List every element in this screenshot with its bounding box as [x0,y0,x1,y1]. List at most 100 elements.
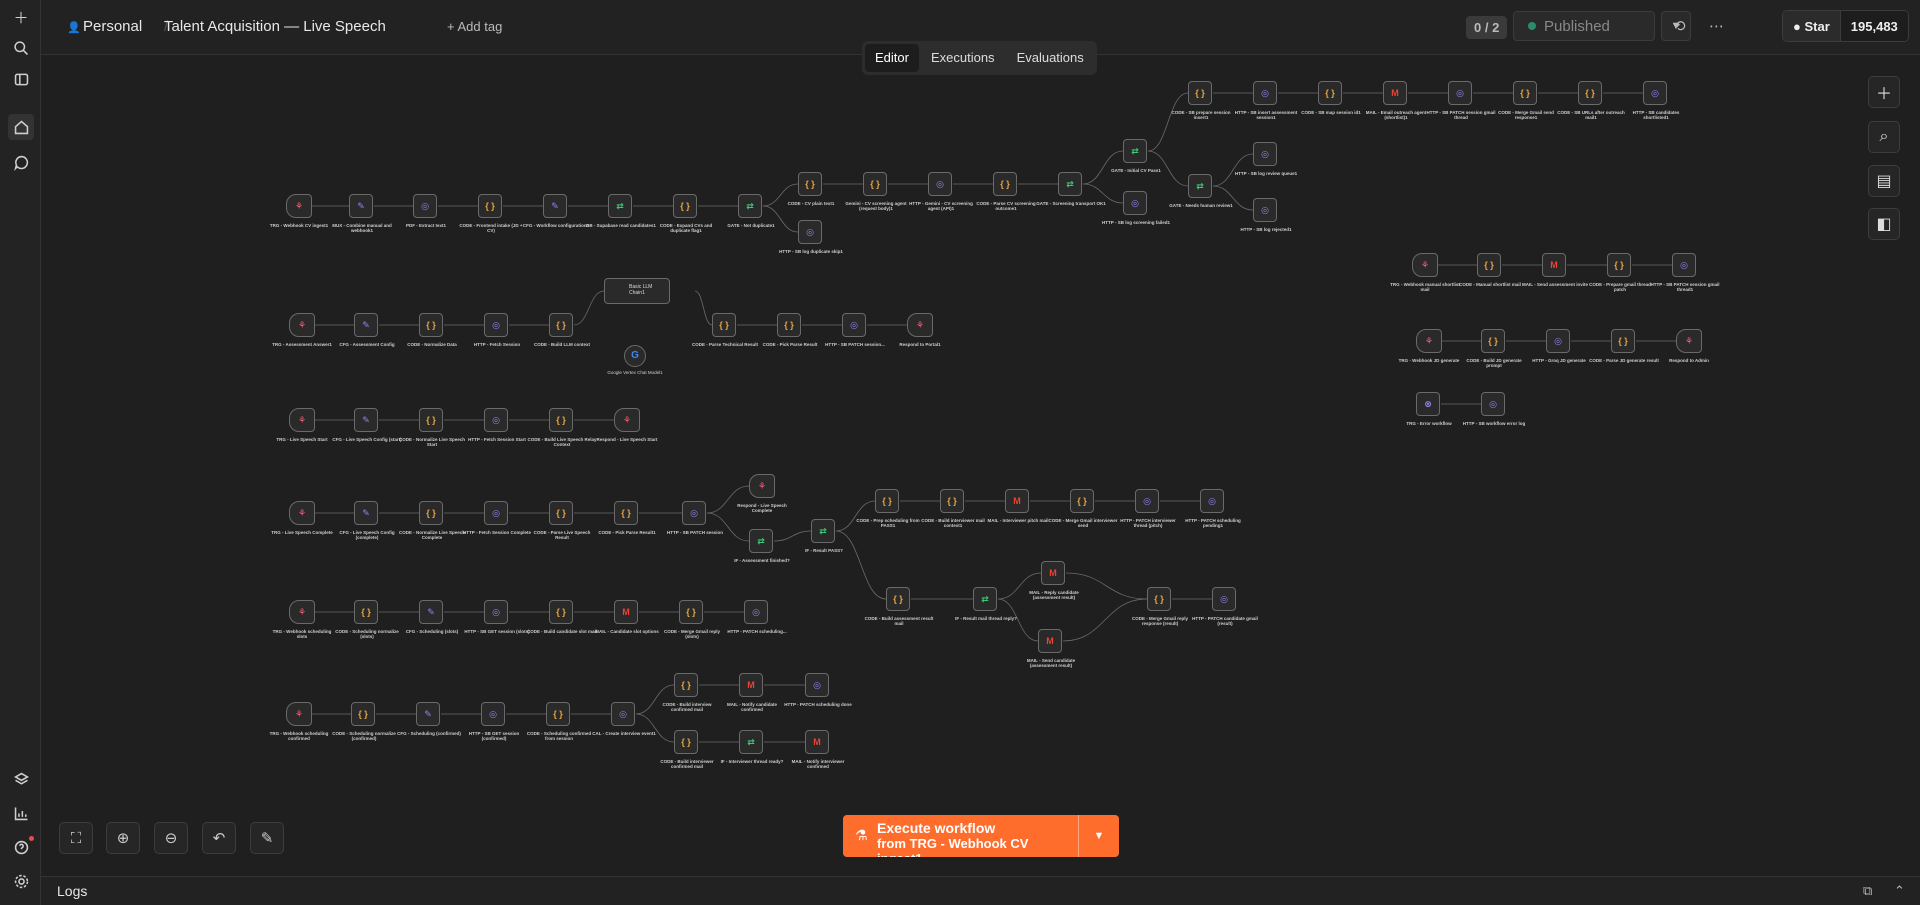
workflow-title[interactable]: Talent Acquisition — Live Speech [164,18,386,35]
workflow-node[interactable]: ⇄ GATE - Needs human review1 [1169,174,1233,208]
workflow-node[interactable]: ◎ HTTP - SB workflow error log [1463,392,1525,426]
workflow-node[interactable]: ◎ HTTP - SB log rejected1 [1241,198,1291,232]
chevron-up-icon[interactable]: ⌃ [1894,883,1905,899]
workflow-node[interactable]: { } CODE - Scheduling normalize (slots) [335,600,399,639]
workflow-node[interactable]: M MAIL - Send assessment invite [1522,253,1588,287]
workflow-node[interactable]: { } CODE - Merge Gmail reply response (re… [1132,587,1188,626]
templates-icon[interactable] [8,766,34,792]
workflow-node[interactable]: ◎ HTTP - SB log duplicate skip1 [779,220,843,254]
workflow-node[interactable]: ⚘ TRG - Webhook JD generate [1399,329,1459,363]
project-breadcrumb[interactable]: Personal [83,18,142,35]
workflow-node[interactable]: { } CODE - Parse Technical Result [692,313,758,347]
workflow-node[interactable]: ◎ HTTP - SB log screening failed1 [1102,191,1170,225]
workflow-node[interactable]: ◎ HTTP - PATCH candidate gmail (result) [1192,587,1258,626]
workflow-node[interactable]: ⇄ GATE - Initial CV Pass1 [1111,139,1161,173]
workflow-node[interactable]: ✎ CFG - Assessment Config [339,313,395,347]
workflow-node[interactable]: { } CODE - SB map session id1 [1301,81,1361,115]
workflow-node[interactable]: ✎ CFG - Live Speech Config (complete) [339,501,395,540]
panel-icon[interactable] [8,66,34,92]
settings-icon[interactable] [8,868,34,894]
workflow-node[interactable]: M MAIL - Notify candidate confirmed [727,673,777,712]
workflow-node[interactable]: { } CODE - Parse Live Speech Result [534,501,590,540]
workflow-node[interactable]: { } CODE - SB URLs after outreach mail1 [1557,81,1625,120]
workflow-node[interactable]: ✎ MUX - Combine manual and webhook1 [332,194,392,233]
workflow-node[interactable]: { } Gemini - CV screening agent (request … [845,172,907,211]
published-button[interactable]: Published [1513,11,1655,41]
tidy-button[interactable]: ✎ [250,822,284,854]
workflow-node[interactable]: { } CODE - Build interview confirmed mail [662,673,712,712]
workflow-node[interactable]: { } CODE - Scheduling normalize (confirme… [332,702,396,741]
zoom-in-button[interactable]: ⊕ [106,822,140,854]
workflow-node[interactable]: ⚘ TRG - Live Speech Start [276,408,328,442]
workflow-node[interactable]: ⇄ IF - Result mail thread reply? [955,587,1017,621]
workflow-node[interactable]: ◎ HTTP - SB GET session (slots) [464,600,530,634]
popout-icon[interactable]: ⧉ [1863,883,1872,899]
workflow-node[interactable]: ⚘ Respond to Portal1 [899,313,941,347]
workflow-node[interactable]: ⚘ Respond to Admin [1669,329,1709,363]
workflow-node[interactable]: { } CODE - Build JD generate prompt [1466,329,1522,368]
workflow-node[interactable]: ✎ CFG - Scheduling (confirmed) [397,702,461,736]
google-vertex-node[interactable]: G [624,345,646,367]
workflow-node[interactable]: ⚘ Respond - Live Speech Start [596,408,658,442]
workflow-node[interactable]: ◎ CAL - Create interview event1 [592,702,656,736]
workflow-node[interactable]: { } CODE - Build assessment result mail [865,587,933,626]
add-icon[interactable]: ＋ [8,4,34,30]
workflow-node[interactable]: ⊗ TRG - Error workflow [1406,392,1452,426]
workflow-node[interactable]: { } CODE - Build interviewer mail context… [921,489,985,528]
workflow-node[interactable]: ◎ HTTP - Fetch Session Complete [463,501,531,535]
workflow-node[interactable]: ◎ HTTP - SB PATCH session gmail thread [1426,81,1496,120]
workflow-node[interactable]: ◎ HTTP - PATCH scheduling... [727,600,787,634]
zoom-out-button[interactable]: ⊖ [154,822,188,854]
workflow-node[interactable]: { } CODE - Frontend intake (JD + CV) [459,194,523,233]
chat-icon[interactable] [8,149,34,175]
workflow-node[interactable]: ⚘ TRG - Webhook scheduling slots [273,600,331,639]
workflow-node[interactable]: M MAIL - Reply candidate (assessment resu… [1029,561,1079,600]
github-star-button[interactable]: ● Star 195,483 [1782,10,1909,42]
fit-view-button[interactable]: ⛶ [59,822,93,854]
workflow-canvas[interactable]: ⚘ TRG - Webhook CV ingest1 ✎ MUX - Combine … [41,56,1920,876]
workflow-node[interactable]: { } CODE - Merge Gmail interviewer send [1048,489,1118,528]
workflow-node[interactable]: M MAIL - Send candidate (assessment resul… [1027,629,1075,668]
workflow-node[interactable]: ⚘ TRG - Webhook CV ingest1 [270,194,328,228]
workflow-node[interactable]: ◎ HTTP - Fetch Session [474,313,520,347]
workflow-node[interactable]: { } CODE - Pick Parse Result1 [598,501,656,535]
workflow-node[interactable]: ◎ HTTP - SB candidates shortlisted1 [1633,81,1679,120]
notes-button[interactable]: ▤ [1868,165,1900,197]
workflow-node[interactable]: ◎ HTTP - PATCH scheduling done [784,673,852,707]
workflow-node[interactable]: ⇄ DB - Supabase read candidates1 [586,194,656,228]
side-panel-button[interactable]: ◧ [1868,208,1900,240]
workflow-node[interactable]: ⚘ Respond - Live Speech Complete [737,474,787,513]
add-tag-button[interactable]: + Add tag [447,19,502,34]
workflow-node[interactable]: ◎ PDF - Extract text1 [406,194,446,228]
workflow-node[interactable]: ◎ HTTP - SB log review queue1 [1235,142,1297,176]
workflow-node[interactable]: ◎ HTTP - SB PATCH session [667,501,723,535]
workflow-node[interactable]: { } CODE - Prepare gmail thread patch [1589,253,1651,292]
workflow-node[interactable]: M MAIL - Notify interviewer confirmed [792,730,844,769]
workflow-node[interactable]: { } CODE - Expand CVs and duplicate flag1 [660,194,712,233]
workflow-node[interactable]: ⇄ IF - Result PASS? [805,519,843,553]
workflow-node[interactable]: ◎ HTTP - PATCH scheduling pending1 [1185,489,1241,528]
canvas-search-button[interactable]: ⌕ [1868,121,1900,153]
workflow-node[interactable]: { } CODE - CV plain text1 [788,172,834,206]
logs-panel[interactable]: Logs ⧉ ⌃ [41,876,1920,905]
workflow-node[interactable]: { } CODE - Parse JD generate result [1589,329,1659,363]
history-icon[interactable]: ⟲ [1673,17,1686,35]
workflow-node[interactable]: M MAIL - Candidate slot options [595,600,659,634]
workflow-node[interactable]: { } CODE - Parse CV screening outcome1 [976,172,1036,211]
workflow-node[interactable]: { } CODE - Manual shortlist mail [1459,253,1521,287]
insights-icon[interactable] [8,800,34,826]
workflow-node[interactable]: { } CODE - SB prepare session insert1 [1171,81,1231,120]
workflow-node[interactable]: ⇄ IF - Interviewer thread ready? [721,730,783,764]
workflow-node[interactable]: { } CODE - Scheduling confirmed from sess… [527,702,591,741]
home-icon[interactable] [8,114,34,140]
workflow-node[interactable]: ⚘ TRG - Live Speech Complete [271,501,333,535]
workflow-node[interactable]: ◎ HTTP - SB insert assessment session1 [1235,81,1297,120]
workflow-node[interactable]: M MAIL - Interviewer pitch mail [988,489,1048,523]
workflow-node[interactable]: ◎ HTTP - SB PATCH session gmail thread1 [1650,253,1720,292]
workflow-node[interactable]: ◎ HTTP - Groq JD generate [1532,329,1586,363]
workflow-node[interactable]: ⇄ GATE - Not duplicate1 [727,194,775,228]
workflow-node[interactable]: { } CODE - Normalize Live Speech Complete [399,501,465,540]
execute-dropdown[interactable]: ▼ [1078,815,1119,857]
add-node-button[interactable]: ＋ [1868,76,1900,108]
more-icon[interactable]: ⋯ [1709,17,1724,35]
